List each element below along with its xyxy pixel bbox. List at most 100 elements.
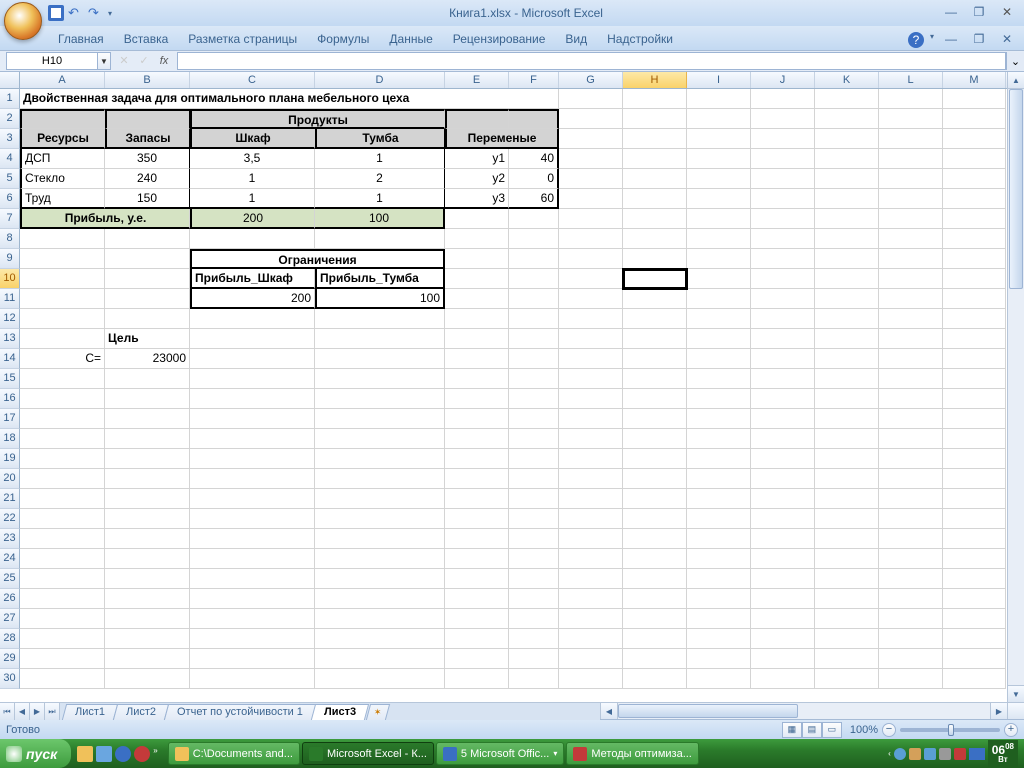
cell-I12[interactable] bbox=[687, 309, 751, 329]
cell-D3[interactable]: Тумба bbox=[315, 129, 445, 149]
cell-M3[interactable] bbox=[943, 129, 1006, 149]
cell-D12[interactable] bbox=[315, 309, 445, 329]
cell-I27[interactable] bbox=[687, 609, 751, 629]
ribbon-tab-Формулы[interactable]: Формулы bbox=[307, 28, 379, 50]
help-icon[interactable]: ? bbox=[908, 32, 924, 48]
cell-C19[interactable] bbox=[190, 449, 315, 469]
cell-K26[interactable] bbox=[815, 589, 879, 609]
cell-M13[interactable] bbox=[943, 329, 1006, 349]
cell-K10[interactable] bbox=[815, 269, 879, 289]
cell-L18[interactable] bbox=[879, 429, 943, 449]
cell-J24[interactable] bbox=[751, 549, 815, 569]
cell-D6[interactable]: 1 bbox=[315, 189, 445, 209]
row-header-19[interactable]: 19 bbox=[0, 449, 20, 469]
cell-H10[interactable] bbox=[623, 269, 687, 289]
cell-E24[interactable] bbox=[445, 549, 509, 569]
sheet-nav-prev-icon[interactable]: ◀ bbox=[15, 703, 30, 720]
cell-E14[interactable] bbox=[445, 349, 509, 369]
cell-J17[interactable] bbox=[751, 409, 815, 429]
select-all-corner[interactable] bbox=[0, 72, 20, 88]
cell-A20[interactable] bbox=[20, 469, 105, 489]
cell-M30[interactable] bbox=[943, 669, 1006, 689]
cell-J30[interactable] bbox=[751, 669, 815, 689]
insert-function-button[interactable]: fx bbox=[155, 52, 173, 70]
cell-B9[interactable] bbox=[105, 249, 190, 269]
cell-E3[interactable]: Переменые bbox=[445, 129, 559, 149]
row-header-8[interactable]: 8 bbox=[0, 229, 20, 249]
row-header-24[interactable]: 24 bbox=[0, 549, 20, 569]
cell-H7[interactable] bbox=[623, 209, 687, 229]
cell-D14[interactable] bbox=[315, 349, 445, 369]
cell-I18[interactable] bbox=[687, 429, 751, 449]
cell-C29[interactable] bbox=[190, 649, 315, 669]
cell-I30[interactable] bbox=[687, 669, 751, 689]
cell-G9[interactable] bbox=[559, 249, 623, 269]
cell-I4[interactable] bbox=[687, 149, 751, 169]
horizontal-scrollbar[interactable]: ◀ ▶ bbox=[600, 703, 1007, 719]
cell-J13[interactable] bbox=[751, 329, 815, 349]
cell-B18[interactable] bbox=[105, 429, 190, 449]
cell-D4[interactable]: 1 bbox=[315, 149, 445, 169]
cell-E30[interactable] bbox=[445, 669, 509, 689]
cell-M25[interactable] bbox=[943, 569, 1006, 589]
cell-I21[interactable] bbox=[687, 489, 751, 509]
zoom-out-button[interactable]: − bbox=[882, 723, 896, 737]
cell-G27[interactable] bbox=[559, 609, 623, 629]
taskbar-task-0[interactable]: C:\Documents and... bbox=[168, 742, 300, 765]
col-header-C[interactable]: C bbox=[190, 72, 315, 88]
ribbon-tab-Разметка страницы[interactable]: Разметка страницы bbox=[178, 28, 307, 50]
cell-K3[interactable] bbox=[815, 129, 879, 149]
cell-B21[interactable] bbox=[105, 489, 190, 509]
cell-D10[interactable]: Прибыль_Тумба bbox=[315, 269, 445, 289]
cell-C18[interactable] bbox=[190, 429, 315, 449]
ribbon-tab-Главная[interactable]: Главная bbox=[48, 28, 114, 50]
taskbar-task-2[interactable]: 5 Microsoft Offic...▾ bbox=[436, 742, 564, 765]
cell-H15[interactable] bbox=[623, 369, 687, 389]
view-layout-button[interactable]: ▤ bbox=[802, 722, 822, 738]
cell-D15[interactable] bbox=[315, 369, 445, 389]
row-header-21[interactable]: 21 bbox=[0, 489, 20, 509]
cell-M21[interactable] bbox=[943, 489, 1006, 509]
row-header-12[interactable]: 12 bbox=[0, 309, 20, 329]
clock[interactable]: 0608 Вт bbox=[988, 740, 1018, 767]
row-header-22[interactable]: 22 bbox=[0, 509, 20, 529]
col-header-D[interactable]: D bbox=[315, 72, 445, 88]
cell-B11[interactable] bbox=[105, 289, 190, 309]
undo-icon[interactable]: ↶ bbox=[68, 5, 84, 21]
row-header-23[interactable]: 23 bbox=[0, 529, 20, 549]
cell-E19[interactable] bbox=[445, 449, 509, 469]
cell-C17[interactable] bbox=[190, 409, 315, 429]
row-header-11[interactable]: 11 bbox=[0, 289, 20, 309]
cell-I10[interactable] bbox=[687, 269, 751, 289]
cell-A4[interactable]: ДСП bbox=[20, 149, 105, 169]
cell-K12[interactable] bbox=[815, 309, 879, 329]
cell-F17[interactable] bbox=[509, 409, 559, 429]
cell-M15[interactable] bbox=[943, 369, 1006, 389]
row-header-6[interactable]: 6 bbox=[0, 189, 20, 209]
cell-E4[interactable]: y1 bbox=[445, 149, 509, 169]
cell-F13[interactable] bbox=[509, 329, 559, 349]
name-box[interactable]: H10 bbox=[6, 52, 98, 70]
cell-J11[interactable] bbox=[751, 289, 815, 309]
cell-I15[interactable] bbox=[687, 369, 751, 389]
cell-E17[interactable] bbox=[445, 409, 509, 429]
cell-H20[interactable] bbox=[623, 469, 687, 489]
cell-K2[interactable] bbox=[815, 109, 879, 129]
col-header-F[interactable]: F bbox=[509, 72, 559, 88]
cell-B25[interactable] bbox=[105, 569, 190, 589]
row-header-14[interactable]: 14 bbox=[0, 349, 20, 369]
cell-H26[interactable] bbox=[623, 589, 687, 609]
cell-K8[interactable] bbox=[815, 229, 879, 249]
cell-G24[interactable] bbox=[559, 549, 623, 569]
cell-D29[interactable] bbox=[315, 649, 445, 669]
cell-E8[interactable] bbox=[445, 229, 509, 249]
cell-B8[interactable] bbox=[105, 229, 190, 249]
cell-E16[interactable] bbox=[445, 389, 509, 409]
cell-F19[interactable] bbox=[509, 449, 559, 469]
cell-A23[interactable] bbox=[20, 529, 105, 549]
cell-J15[interactable] bbox=[751, 369, 815, 389]
cell-H23[interactable] bbox=[623, 529, 687, 549]
scroll-down-icon[interactable]: ▼ bbox=[1008, 685, 1024, 702]
close-button[interactable]: ✕ bbox=[996, 5, 1018, 21]
cell-J9[interactable] bbox=[751, 249, 815, 269]
